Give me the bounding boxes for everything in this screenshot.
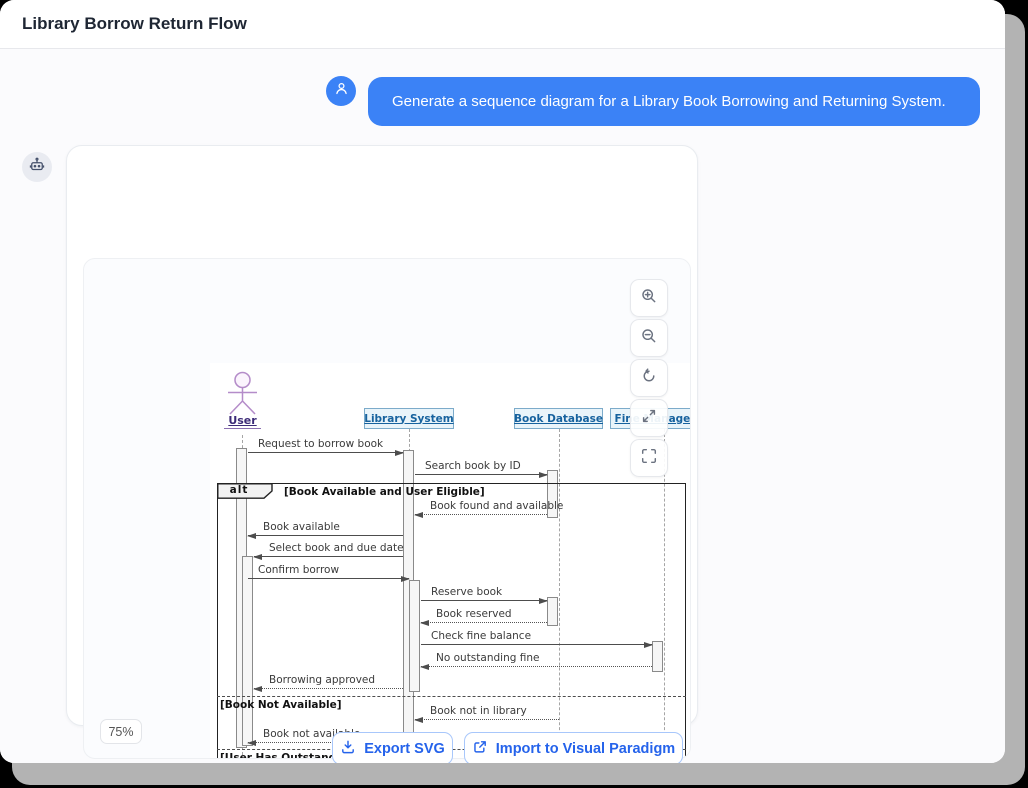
- reset-view-button[interactable]: [630, 359, 668, 397]
- message: Reserve book: [421, 584, 547, 601]
- page-title: Library Borrow Return Flow: [22, 14, 247, 34]
- actor-user-label[interactable]: User: [224, 414, 261, 429]
- export-svg-label: Export SVG: [364, 741, 445, 757]
- alt-operator-box: alt: [217, 483, 273, 499]
- user-avatar: [326, 76, 356, 106]
- zoom-out-button[interactable]: [630, 319, 668, 357]
- fullscreen-button[interactable]: [630, 439, 668, 477]
- assistant-avatar: [22, 152, 52, 182]
- diagram-card: User Library System Book Database Fine M…: [66, 145, 698, 726]
- message: Book not in library: [415, 703, 559, 720]
- zoom-in-icon: [640, 287, 658, 310]
- screen: Library Borrow Return Flow Generate a se…: [0, 0, 1028, 788]
- fragment-divider-1: [217, 696, 686, 697]
- message: No outstanding fine: [421, 650, 652, 667]
- alt-operator-label: alt: [217, 484, 261, 496]
- download-icon: [340, 739, 356, 759]
- app-window: Library Borrow Return Flow Generate a se…: [0, 0, 1005, 763]
- export-svg-button[interactable]: Export SVG: [332, 732, 453, 763]
- message: Request to borrow book: [248, 436, 403, 453]
- message: Book found and available: [415, 498, 547, 515]
- expand-button[interactable]: [630, 399, 668, 437]
- person-icon: [333, 80, 350, 102]
- zoom-out-icon: [640, 327, 658, 350]
- message: Book reserved: [421, 606, 547, 623]
- message: Search book by ID: [415, 458, 547, 475]
- message: Check fine balance: [421, 628, 652, 645]
- guard-book-available: [Book Available and User Eligible]: [284, 486, 485, 498]
- message: Select book and due date: [254, 540, 403, 557]
- user-message-bubble: Generate a sequence diagram for a Librar…: [368, 77, 980, 126]
- reset-view-icon: [640, 367, 658, 390]
- participant-library-system[interactable]: Library System: [364, 408, 454, 429]
- import-visual-paradigm-label: Import to Visual Paradigm: [496, 741, 675, 757]
- zoom-in-button[interactable]: [630, 279, 668, 317]
- message: Confirm borrow: [248, 562, 409, 579]
- diagram-viewport[interactable]: User Library System Book Database Fine M…: [83, 258, 691, 759]
- expand-icon: [640, 407, 658, 430]
- message: Borrowing approved: [254, 672, 403, 689]
- zoom-level-badge: 75%: [100, 719, 142, 744]
- robot-icon: [28, 156, 46, 179]
- participant-book-database[interactable]: Book Database: [514, 408, 603, 429]
- chat-content: Generate a sequence diagram for a Librar…: [0, 49, 1005, 763]
- message: Book available: [248, 519, 403, 536]
- import-visual-paradigm-button[interactable]: Import to Visual Paradigm: [464, 732, 683, 763]
- external-link-icon: [472, 739, 488, 759]
- app-header: Library Borrow Return Flow: [0, 0, 1005, 49]
- fullscreen-icon: [640, 447, 658, 470]
- guard-book-not-available: [Book Not Available]: [220, 699, 342, 711]
